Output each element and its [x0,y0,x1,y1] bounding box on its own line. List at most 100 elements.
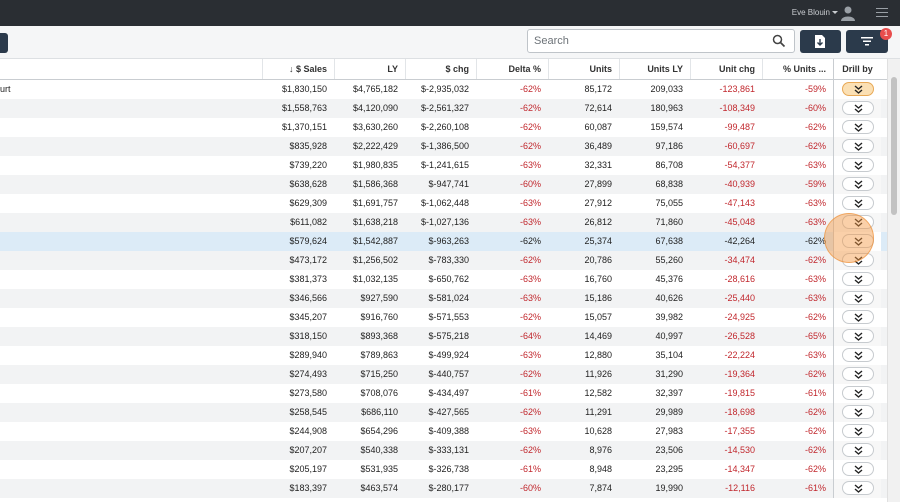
drill-by-button[interactable] [842,215,874,229]
toolbar-left-button[interactable] [0,33,8,53]
menu-icon[interactable] [876,8,888,18]
drill-by-button[interactable] [842,367,874,381]
cell-units_ly: 209,033 [650,84,683,94]
column-header-units[interactable]: Units [548,59,619,79]
column-header-chg[interactable]: $ chg [405,59,476,79]
drill-cell [833,175,881,194]
table-row[interactable]: $273,580 $708,076 $-434,497 -61% 12,582 32,39… [0,384,887,403]
cell-pct: -63% [804,198,826,208]
column-header-ly[interactable]: LY [334,59,405,79]
drill-by-button[interactable] [842,158,874,172]
table-row[interactable]: urt $1,830,150 $4,765,182 $-2,935,032 -62% 85… [0,80,887,99]
drill-cell [833,194,881,213]
drill-by-button[interactable] [842,291,874,305]
drill-by-button[interactable] [842,120,874,134]
cell-name [0,99,262,118]
cell-pct: -62% [804,407,826,417]
cell-sales: $473,172 [289,255,327,265]
table-row[interactable]: $638,628 $1,586,368 $-947,741 -60% 27,899 68,… [0,175,887,194]
cell-ly: $4,120,090 [352,103,398,113]
double-chevron-down-icon [854,85,863,94]
column-header-delta[interactable]: Delta % [476,59,548,79]
table-row[interactable]: $183,397 $463,574 $-280,177 -60% 7,874 19,990… [0,479,887,498]
table-row[interactable]: $258,545 $686,110 $-427,565 -62% 11,291 29,98… [0,403,887,422]
table-row[interactable]: $205,197 $531,935 $-326,738 -61% 8,948 23,295… [0,460,887,479]
search-input[interactable] [534,33,764,49]
cell-ly: $1,638,218 [352,217,398,227]
drill-by-button[interactable] [842,443,874,457]
caret-down-icon [832,11,838,15]
table-row[interactable]: $611,082 $1,638,218 $-1,027,136 -63% 26,812 7… [0,213,887,232]
cell-chg: $-2,935,032 [420,84,469,94]
vertical-scrollbar[interactable] [887,59,900,502]
cell-unit_chg: -22,224 [724,350,755,360]
drill-by-button[interactable] [842,101,874,115]
double-chevron-down-icon [854,104,863,113]
cell-ly: $463,574 [360,483,398,493]
export-button[interactable] [800,30,841,53]
table-row[interactable]: $579,624 $1,542,887 $-963,263 -62% 25,374 67,… [0,232,887,251]
table-row[interactable]: $1,558,763 $4,120,090 $-2,561,327 -62% 72,61… [0,99,887,118]
cell-pct: -63% [804,217,826,227]
cell-sales: $611,082 [290,217,327,227]
table-row[interactable]: $345,207 $916,760 $-571,553 -62% 15,057 39,98… [0,308,887,327]
drill-by-button[interactable] [842,424,874,438]
drill-by-button[interactable] [842,462,874,476]
cell-units_ly: 68,838 [655,179,683,189]
drill-by-button[interactable] [842,82,874,96]
cell-pct: -65% [804,331,826,341]
table-row[interactable]: $207,207 $540,338 $-333,131 -62% 8,976 23,506… [0,441,887,460]
drill-by-button[interactable] [842,139,874,153]
column-header-unit-chg[interactable]: Unit chg [690,59,762,79]
table-row[interactable]: $381,373 $1,032,135 $-650,762 -63% 16,760 45,… [0,270,887,289]
column-header-sales[interactable]: ↓ $ Sales [262,59,334,79]
cell-sales: $835,928 [289,141,327,151]
user-avatar-icon[interactable] [840,5,856,21]
drill-by-button[interactable] [842,253,874,267]
cell-units: 11,926 [585,369,612,379]
cell-pct: -61% [804,388,826,398]
user-menu[interactable]: Eve Blouin [792,8,838,17]
search-box[interactable] [527,29,795,53]
drill-by-button[interactable] [842,481,874,495]
cell-ly: $1,691,757 [352,198,398,208]
table-row[interactable]: $244,908 $654,296 $-409,388 -63% 10,628 27,98… [0,422,887,441]
cell-units: 20,786 [584,255,612,265]
drill-by-button[interactable] [842,196,874,210]
cell-unit_chg: -108,349 [719,103,755,113]
cell-sales: $739,220 [289,160,327,170]
table-row[interactable]: $1,370,151 $3,630,260 $-2,260,108 -62% 60,08… [0,118,887,137]
drill-by-button[interactable] [842,329,874,343]
drill-by-button[interactable] [842,234,874,248]
cell-sales: $318,150 [289,331,327,341]
column-header-pct-units[interactable]: % Units ... [762,59,833,79]
drill-by-button[interactable] [842,310,874,324]
table-row[interactable]: $473,172 $1,256,502 $-783,330 -62% 20,786 55,… [0,251,887,270]
drill-by-button[interactable] [842,177,874,191]
drill-by-button[interactable] [842,386,874,400]
cell-chg: $-499,924 [428,350,469,360]
drill-cell [833,422,881,441]
table-row[interactable]: $289,940 $789,863 $-499,924 -63% 12,880 35,10… [0,346,887,365]
table-row[interactable]: $274,493 $715,250 $-440,757 -62% 11,926 31,29… [0,365,887,384]
drill-by-button[interactable] [842,272,874,286]
cell-unit_chg: -26,528 [724,331,755,341]
table-row[interactable]: $318,150 $893,368 $-575,218 -64% 14,469 40,99… [0,327,887,346]
drill-by-button[interactable] [842,405,874,419]
filter-icon [861,37,873,46]
table-row[interactable]: $346,566 $927,590 $-581,024 -63% 15,186 40,62… [0,289,887,308]
table-row[interactable]: $835,928 $2,222,429 $-1,386,500 -62% 36,489 9… [0,137,887,156]
table-row[interactable]: $629,309 $1,691,757 $-1,062,448 -63% 27,912 7… [0,194,887,213]
cell-sales: $274,493 [289,369,327,379]
table-row[interactable]: $739,220 $1,980,835 $-1,241,615 -63% 32,331 8… [0,156,887,175]
cell-name [0,118,262,137]
scrollbar-thumb[interactable] [891,77,897,215]
cell-chg: $-575,218 [428,331,469,341]
drill-by-button[interactable] [842,348,874,362]
cell-unit_chg: -28,616 [724,274,755,284]
search-icon[interactable] [772,34,786,48]
cell-units: 16,760 [584,274,612,284]
cell-ly: $1,586,368 [352,179,398,189]
cell-ly: $1,256,502 [352,255,398,265]
column-header-units-ly[interactable]: Units LY [619,59,690,79]
